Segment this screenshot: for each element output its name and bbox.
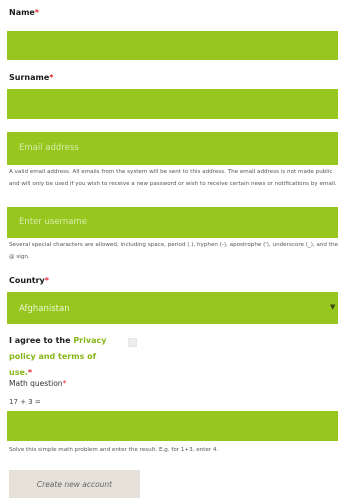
math-question-label: Math question* xyxy=(9,379,66,388)
agree-checkbox[interactable] xyxy=(128,338,137,347)
required-mark: * xyxy=(34,8,40,17)
surname-input[interactable] xyxy=(7,89,338,119)
email-description: A valid email address. All emails from t… xyxy=(9,169,337,187)
caret-down-icon: ▼ xyxy=(330,303,336,311)
country-selected-value: Afghanistan xyxy=(19,304,70,314)
surname-label: Surname* xyxy=(9,73,53,82)
name-label: Name* xyxy=(9,8,39,17)
math-question-text: 17 + 3 = xyxy=(9,398,41,406)
surname-label-text: Surname xyxy=(9,73,50,82)
required-mark: * xyxy=(27,368,33,377)
required-mark: * xyxy=(44,276,49,285)
required-mark: * xyxy=(62,379,67,388)
username-placeholder: Enter username xyxy=(19,217,88,227)
create-account-button[interactable]: Create new account xyxy=(9,470,140,498)
required-mark: * xyxy=(49,73,54,82)
country-label-text: Country xyxy=(9,276,45,285)
country-label: Country* xyxy=(9,276,49,285)
agree-terms-label: I agree to the Privacy policy and terms … xyxy=(9,333,117,381)
math-answer-input[interactable] xyxy=(7,411,338,441)
name-input[interactable] xyxy=(7,31,338,60)
email-placeholder: Email address xyxy=(19,143,79,153)
math-description: Solve this simple math problem and enter… xyxy=(9,447,219,453)
math-label-text: Math question xyxy=(9,379,63,388)
agree-prefix: I agree to the xyxy=(9,336,74,345)
name-label-text: Name xyxy=(9,8,35,17)
username-description: Several special characters are allowed, … xyxy=(9,242,338,260)
